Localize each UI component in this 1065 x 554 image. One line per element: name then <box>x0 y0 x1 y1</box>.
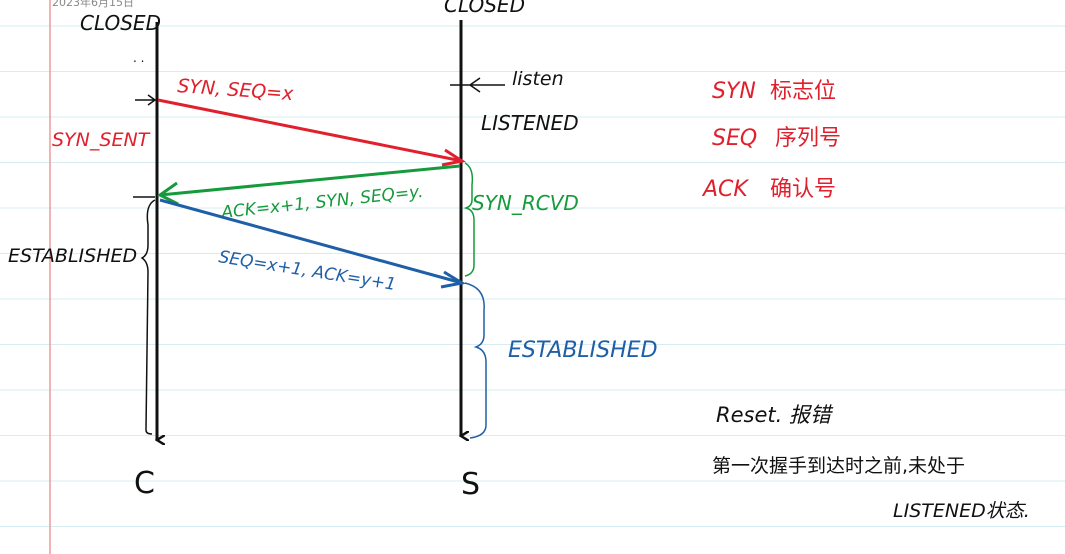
client-syn-sent-label: SYN_SENT <box>52 129 151 151</box>
server-established-label: ESTABLISHED <box>508 338 658 363</box>
ack-message-label: SEQ=x+1, ACK=y+1 <box>217 247 397 295</box>
handshake-step-2: ACK=x+1, SYN, SEQ=y. <box>157 164 461 223</box>
legend-syn-term: SYN <box>712 79 756 104</box>
client-endpoint-label: C <box>134 466 155 501</box>
date-header: 2023年6月15日 <box>52 0 134 9</box>
syn-arrow <box>157 98 463 163</box>
reset-note-line-2: 第一次握手到达时之前,未处于 <box>712 455 965 477</box>
client-syn-pointer <box>135 94 157 106</box>
legend-seq-meaning: 序列号 <box>775 126 841 151</box>
reset-note-line-1: Reset. 报错 <box>716 403 834 427</box>
server-established-brace <box>464 282 487 439</box>
server-syn-rcvd-label: SYN_RCVD <box>472 191 579 215</box>
legend-ack-term: ACK <box>701 177 749 202</box>
server-closed-label: CLOSED <box>444 0 525 17</box>
field-legend: SYN 标志位 SEQ 序列号 ACK 确认号 <box>701 79 841 202</box>
legend-syn-meaning: 标志位 <box>770 79 836 104</box>
server-listen-note: listen <box>512 68 564 90</box>
server-endpoint-label: S <box>461 467 480 502</box>
tcp-handshake-diagram: 2023年6月15日 CLOSED SYN_SENT ESTABLISHED C… <box>0 0 1065 554</box>
client-closed-label: CLOSED <box>80 11 161 35</box>
syn-ack-message-label: ACK=x+1, SYN, SEQ=y. <box>219 182 424 223</box>
reset-note: Reset. 报错 第一次握手到达时之前,未处于 LISTENED状态. <box>712 403 1030 522</box>
client-established-brace <box>140 199 156 435</box>
listen-pointer <box>450 77 505 93</box>
client-established-label: ESTABLISHED <box>8 245 137 267</box>
handshake-step-1: SYN, SEQ=x <box>157 75 466 167</box>
reset-note-line-3: LISTENED状态. <box>893 500 1030 522</box>
server-listened-label: LISTENED <box>481 111 579 135</box>
legend-seq-term: SEQ <box>712 126 757 151</box>
legend-ack-meaning: 确认号 <box>770 177 836 202</box>
syn-message-label: SYN, SEQ=x <box>177 75 295 105</box>
stray-dots: . . <box>133 51 144 65</box>
server-syn-rcvd-brace <box>463 162 475 277</box>
handshake-step-3: SEQ=x+1, ACK=y+1 <box>159 198 467 295</box>
